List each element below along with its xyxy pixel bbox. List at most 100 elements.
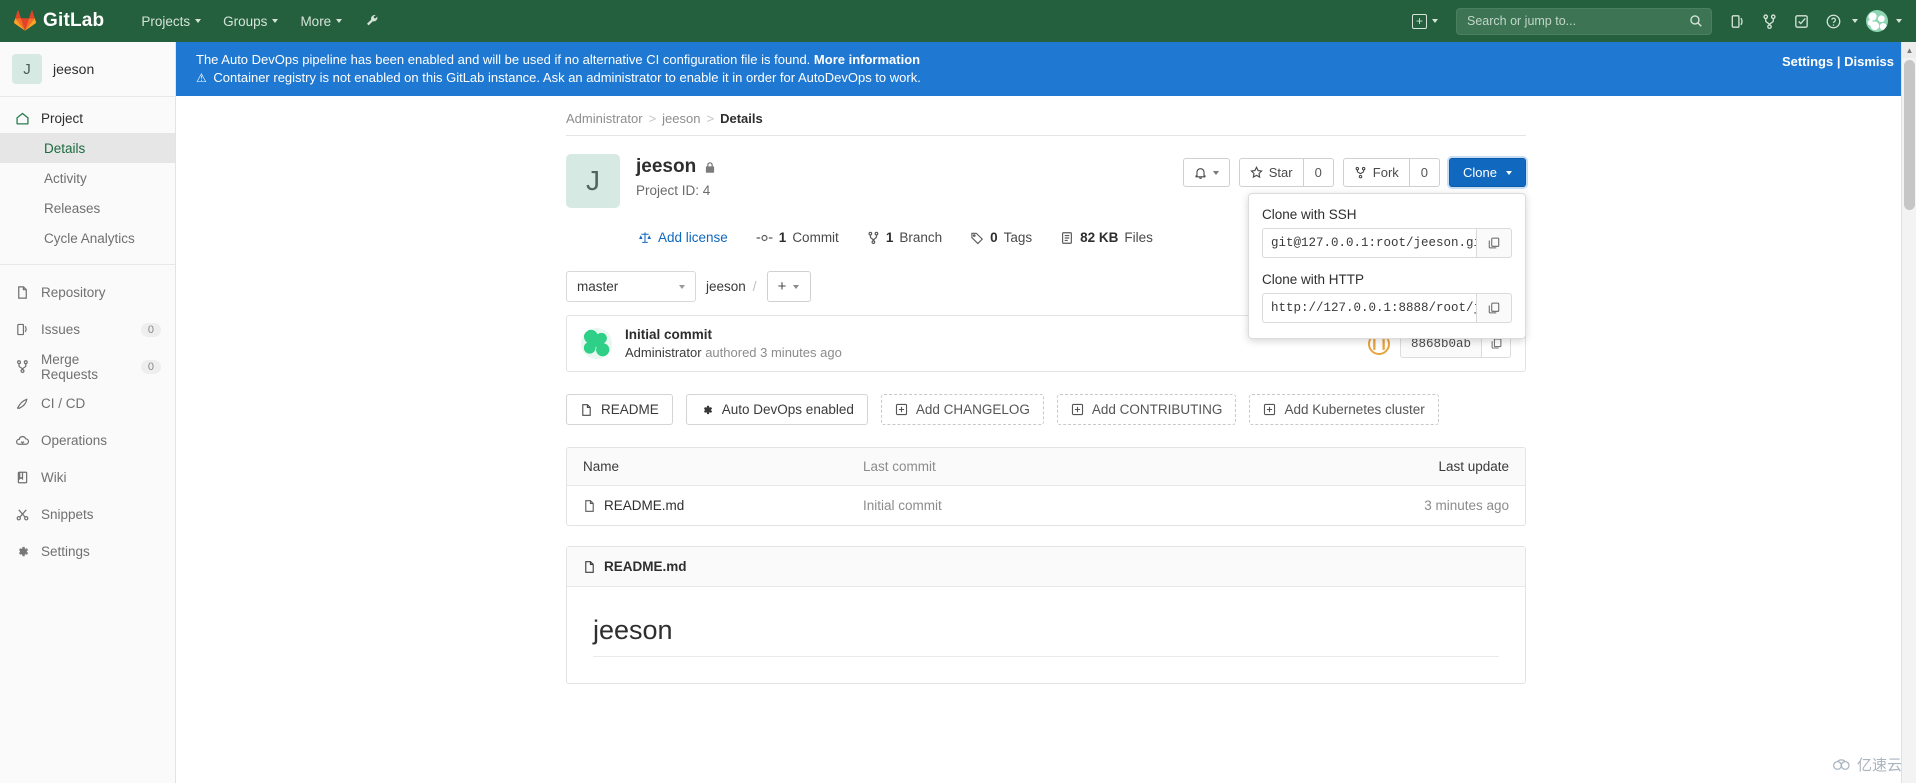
breadcrumb-jeeson[interactable]: jeeson bbox=[662, 111, 700, 126]
sidebar-item-repository[interactable]: Repository bbox=[0, 274, 175, 311]
file-icon bbox=[580, 403, 593, 417]
clone-http-input[interactable]: http://127.0.0.1:8888/root/j bbox=[1262, 293, 1476, 323]
commit-title[interactable]: Initial commit bbox=[625, 327, 842, 342]
breadcrumb-separator: > bbox=[706, 111, 715, 126]
sidebar-item-operations[interactable]: Operations bbox=[0, 422, 175, 459]
todos-icon[interactable] bbox=[1786, 0, 1816, 42]
copy-icon[interactable] bbox=[1476, 293, 1512, 323]
sidebar-item-activity[interactable]: Activity bbox=[0, 163, 175, 193]
breadcrumb-details: Details bbox=[720, 111, 763, 126]
file-last-commit[interactable]: Initial commit bbox=[863, 498, 1379, 513]
star-button-group[interactable]: Star 0 bbox=[1238, 158, 1334, 187]
merge-requests-icon bbox=[14, 359, 30, 374]
alert-settings-link[interactable]: Settings bbox=[1782, 54, 1833, 69]
alert-line-1: The Auto DevOps pipeline has been enable… bbox=[196, 51, 1896, 69]
clone-ssh-input[interactable]: git@127.0.0.1:root/jeeson.gi bbox=[1262, 228, 1476, 258]
gear-icon bbox=[700, 403, 714, 417]
stat-commits[interactable]: 1 Commit bbox=[756, 230, 839, 245]
project-id: Project ID: 4 bbox=[636, 183, 711, 198]
balance-scale-icon bbox=[638, 231, 652, 245]
merge-requests-icon[interactable] bbox=[1754, 0, 1784, 42]
button-add-changelog[interactable]: Add CHANGELOG bbox=[880, 394, 1044, 425]
star-button[interactable]: Star bbox=[1240, 159, 1304, 186]
commit-text: Initial commit Administrator authored 3 … bbox=[625, 327, 842, 360]
alert-more-information-link[interactable]: More information bbox=[814, 52, 920, 67]
sidebar-item-releases[interactable]: Releases bbox=[0, 193, 175, 223]
search-input[interactable] bbox=[1465, 13, 1689, 29]
path-root[interactable]: jeeson bbox=[706, 279, 746, 294]
auto-devops-alert: The Auto DevOps pipeline has been enable… bbox=[176, 42, 1916, 96]
stat-files[interactable]: 82 KB Files bbox=[1060, 230, 1153, 245]
help-icon[interactable] bbox=[1818, 0, 1848, 42]
sidebar-item-issues[interactable]: Issues 0 bbox=[0, 311, 175, 348]
file-last-update: 3 minutes ago bbox=[1424, 498, 1509, 513]
commit-meta: Administrator authored 3 minutes ago bbox=[625, 345, 842, 360]
sidebar-item-cycle-analytics[interactable]: Cycle Analytics bbox=[0, 223, 175, 253]
button-auto-devops[interactable]: Auto DevOps enabled bbox=[685, 394, 868, 425]
sidebar-item-cicd[interactable]: CI / CD bbox=[0, 385, 175, 422]
user-avatar[interactable] bbox=[1866, 10, 1888, 32]
commit-authored-time: authored 3 minutes ago bbox=[705, 345, 842, 360]
sidebar-divider bbox=[0, 264, 175, 265]
project-header: J jeeson Project ID: 4 Star 0 Fork 0 Clo… bbox=[566, 136, 1526, 339]
gitlab-logo-link[interactable]: GitLab bbox=[14, 10, 104, 32]
branch-selector[interactable]: master bbox=[566, 271, 696, 302]
fork-label: Fork bbox=[1372, 165, 1399, 180]
stat-add-license[interactable]: Add license bbox=[638, 230, 728, 245]
nav-projects[interactable]: Projects bbox=[130, 0, 212, 42]
readme-filename[interactable]: README.md bbox=[604, 559, 687, 574]
notification-dropdown-button[interactable] bbox=[1182, 158, 1230, 187]
fork-button-group[interactable]: Fork 0 bbox=[1342, 158, 1441, 187]
scroll-up-arrow[interactable]: ▲ bbox=[1902, 42, 1916, 58]
stat-tags-label: Tags bbox=[1003, 230, 1033, 245]
nav-groups[interactable]: Groups bbox=[212, 0, 289, 42]
scrollbar-thumb[interactable] bbox=[1904, 60, 1915, 210]
commit-author[interactable]: Administrator bbox=[625, 345, 702, 360]
button-auto-devops-label: Auto DevOps enabled bbox=[721, 402, 854, 417]
stat-branches[interactable]: 1 Branch bbox=[867, 230, 942, 245]
button-readme[interactable]: README bbox=[566, 394, 673, 425]
new-item-button[interactable]: + bbox=[1404, 13, 1446, 29]
issues-icon[interactable] bbox=[1722, 0, 1752, 42]
readme-heading: jeeson bbox=[593, 615, 1499, 657]
sidebar-item-details[interactable]: Details bbox=[0, 133, 175, 163]
sidebar-item-wiki[interactable]: Wiki bbox=[0, 459, 175, 496]
copy-icon[interactable] bbox=[1476, 228, 1512, 258]
search-box[interactable] bbox=[1456, 7, 1712, 35]
cloud-icon bbox=[1832, 758, 1852, 772]
clone-button[interactable]: Clone bbox=[1449, 158, 1526, 187]
sidebar-item-snippets[interactable]: Snippets bbox=[0, 496, 175, 533]
button-add-kubernetes[interactable]: Add Kubernetes cluster bbox=[1249, 394, 1439, 425]
readme-header: README.md bbox=[567, 547, 1525, 587]
add-to-tree-button[interactable]: + bbox=[766, 271, 811, 302]
button-add-contributing-label: Add CONTRIBUTING bbox=[1091, 402, 1223, 417]
stat-tags[interactable]: 0 Tags bbox=[970, 230, 1032, 245]
files-icon bbox=[1060, 231, 1074, 245]
chevron-down-icon bbox=[1896, 19, 1902, 23]
sidebar-item-cicd-label: CI / CD bbox=[41, 396, 86, 411]
stat-files-label: Files bbox=[1124, 230, 1153, 245]
sidebar-item-project[interactable]: Project bbox=[0, 103, 175, 133]
tag-icon bbox=[970, 231, 984, 245]
sidebar-item-settings[interactable]: Settings bbox=[0, 533, 175, 570]
star-label: Star bbox=[1268, 165, 1293, 180]
files-table: Name Last commit Last update README.md I… bbox=[566, 447, 1526, 526]
sidebar-project-header[interactable]: J jeeson bbox=[0, 42, 175, 97]
sidebar-item-project-label: Project bbox=[41, 110, 84, 126]
sidebar-item-merge-requests[interactable]: Merge Requests 0 bbox=[0, 348, 175, 385]
fork-button[interactable]: Fork bbox=[1344, 159, 1410, 186]
chevron-down-icon bbox=[1852, 19, 1858, 23]
nav-more[interactable]: More bbox=[289, 0, 353, 42]
wrench-icon[interactable] bbox=[353, 13, 393, 29]
sidebar-item-repository-label: Repository bbox=[41, 285, 106, 300]
page-scrollbar[interactable]: ▲ bbox=[1901, 42, 1916, 783]
clone-label: Clone bbox=[1463, 165, 1497, 180]
table-row[interactable]: README.md Initial commit 3 minutes ago bbox=[567, 486, 1525, 525]
breadcrumb-administrator[interactable]: Administrator bbox=[566, 111, 643, 126]
repository-icon bbox=[14, 285, 30, 300]
file-name[interactable]: README.md bbox=[604, 498, 684, 513]
project-header-actions: Star 0 Fork 0 Clone bbox=[1182, 154, 1526, 187]
button-add-contributing[interactable]: Add CONTRIBUTING bbox=[1056, 394, 1237, 425]
sidebar-item-releases-label: Releases bbox=[44, 200, 101, 216]
alert-dismiss-link[interactable]: Dismiss bbox=[1844, 54, 1894, 69]
